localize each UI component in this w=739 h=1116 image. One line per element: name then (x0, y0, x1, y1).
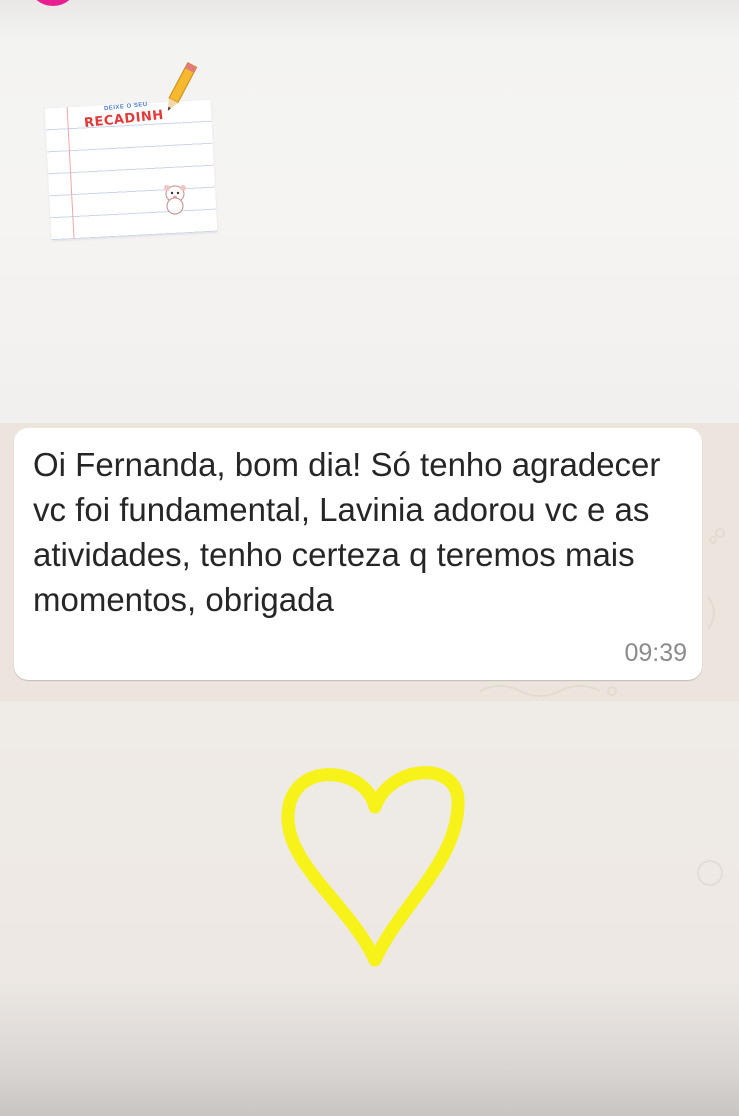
heart-icon (281, 766, 465, 967)
message-timestamp: 09:39 (624, 639, 687, 667)
doodle-icon (480, 685, 617, 697)
doodle-icon (707, 596, 715, 630)
doodle-icon (697, 860, 723, 886)
message-text: Oi Fernanda, bom dia! Só tenho agradecer… (33, 446, 661, 618)
doodle-icon (709, 528, 725, 544)
pencil-icon (167, 62, 198, 111)
critter-icon (164, 185, 186, 215)
notepad-margin (66, 107, 75, 240)
message-bubble[interactable]: Oi Fernanda, bom dia! Só tenho agradecer… (14, 428, 702, 680)
profile-avatar[interactable] (30, 0, 76, 6)
recadinho-sticker: DEIXE O SEU RECADINH (44, 60, 218, 241)
